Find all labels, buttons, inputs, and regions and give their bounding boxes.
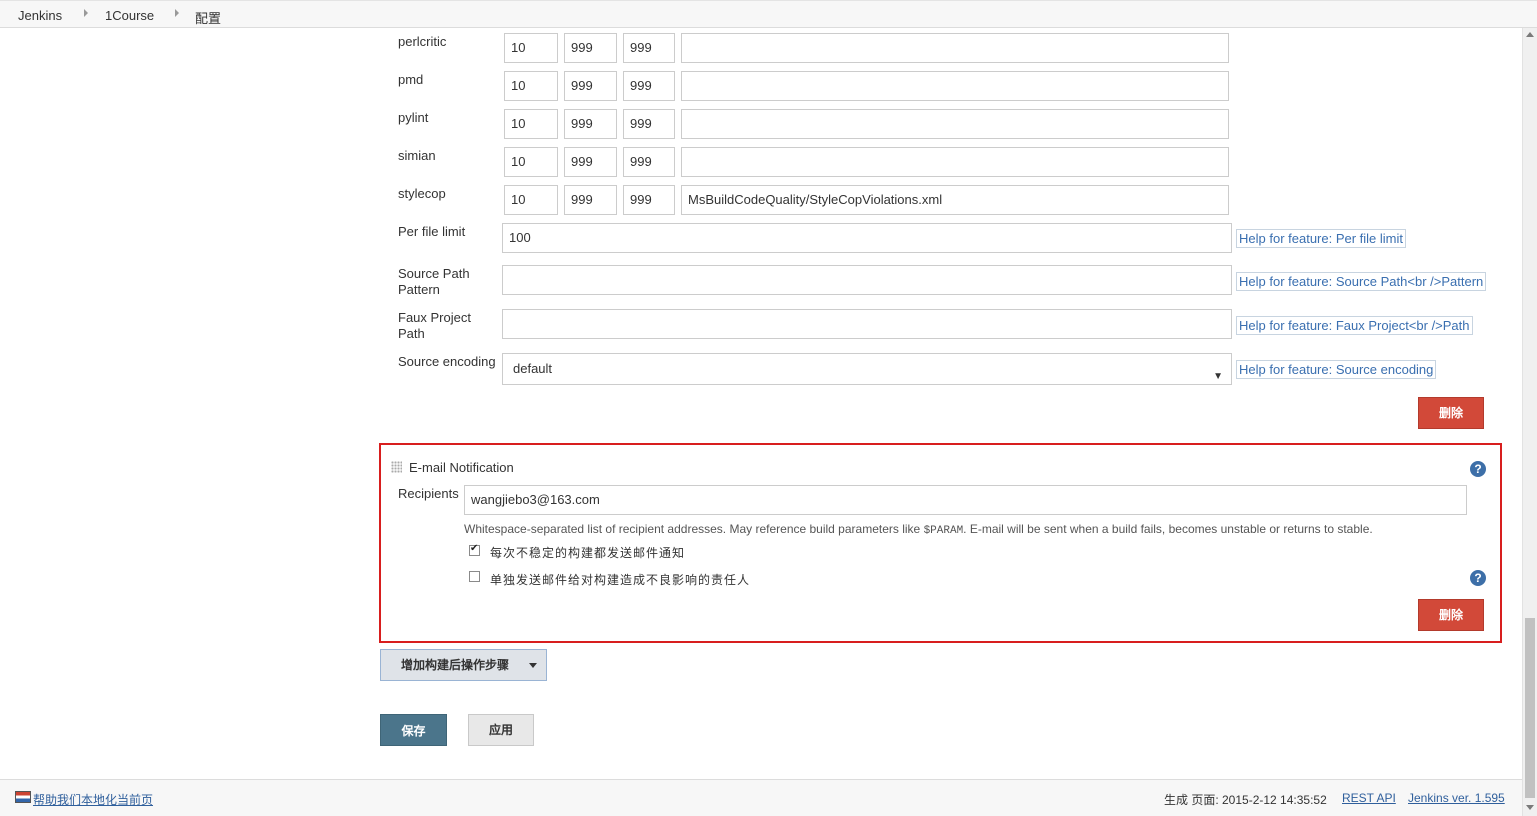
source-encoding-help-link[interactable]: Help for feature: Source encoding	[1236, 360, 1437, 379]
recipients-description-text-1: Whitespace-separated list of recipient a…	[464, 522, 924, 536]
scroll-down-icon[interactable]	[1526, 805, 1534, 810]
per-file-limit-input[interactable]: 100	[502, 223, 1232, 253]
jenkins-version-link[interactable]: Jenkins ver. 1.595	[1408, 791, 1505, 805]
add-post-build-step-button[interactable]: 增加构建后操作步骤	[380, 649, 547, 681]
add-post-build-step-label: 增加构建后操作步骤	[401, 658, 510, 672]
source-path-pattern-input[interactable]	[502, 265, 1232, 295]
source-path-pattern-label-line1: Source Path	[398, 266, 470, 281]
source-encoding-value: default	[513, 361, 553, 376]
chevron-down-icon	[529, 663, 537, 668]
dropdown-arrow-icon: ▼	[1213, 371, 1223, 382]
faux-project-path-label-line1: Faux Project	[398, 310, 471, 325]
source-encoding-label: Source encoding	[398, 354, 496, 369]
source-path-pattern-label: Source Path Pattern	[398, 266, 470, 298]
faux-project-path-help-link[interactable]: Help for feature: Faux Project<br />Path	[1236, 316, 1473, 335]
localize-flag-icon	[15, 791, 31, 803]
faux-project-path-label-line2: Path	[398, 326, 425, 341]
tool-threshold-1-input[interactable]: 10	[504, 33, 558, 63]
per-file-limit-label: Per file limit	[398, 224, 466, 239]
tool-threshold-2-input[interactable]: 999	[564, 109, 617, 139]
tool-threshold-1-input[interactable]: 10	[504, 185, 558, 215]
apply-button[interactable]: 应用	[468, 714, 534, 746]
footer: 帮助我们本地化当前页 生成 页面: 2015-2-12 14:35:52 RES…	[0, 779, 1522, 816]
unstable-build-notify-label: 每次不稳定的构建都发送邮件通知	[490, 546, 686, 560]
breadcrumb-project[interactable]: 1Course	[105, 8, 154, 23]
tool-threshold-3-input[interactable]: 999	[623, 109, 675, 139]
breadcrumb: Jenkins 1Course 配置	[0, 0, 1537, 28]
source-encoding-select[interactable]: default ▼	[502, 353, 1232, 385]
vertical-scrollbar[interactable]	[1522, 28, 1537, 816]
tool-pattern-input[interactable]	[681, 147, 1229, 177]
tool-threshold-3-input[interactable]: 999	[623, 71, 675, 101]
tool-label: perlcritic	[398, 34, 447, 49]
breadcrumb-separator-icon	[84, 9, 88, 17]
email-notification-title: E-mail Notification	[409, 460, 514, 475]
tool-threshold-2-input[interactable]: 999	[564, 147, 617, 177]
breadcrumb-jenkins[interactable]: Jenkins	[18, 8, 62, 23]
recipients-description-code: $PARAM	[923, 525, 964, 537]
tool-threshold-1-input[interactable]: 10	[504, 109, 558, 139]
help-question-icon[interactable]: ?	[1470, 570, 1486, 586]
send-to-culprits-checkbox[interactable]	[469, 571, 480, 582]
delete-email-button[interactable]: 删除	[1418, 599, 1484, 631]
tool-threshold-2-input[interactable]: 999	[564, 71, 617, 101]
tool-threshold-1-input[interactable]: 10	[504, 71, 558, 101]
tool-threshold-1-input[interactable]: 10	[504, 147, 558, 177]
faux-project-path-input[interactable]	[502, 309, 1232, 339]
tool-threshold-3-input[interactable]: 999	[623, 185, 675, 215]
email-notification-section	[379, 443, 1502, 643]
tool-threshold-3-input[interactable]: 999	[623, 147, 675, 177]
tool-pattern-input[interactable]	[681, 33, 1229, 63]
tool-pattern-input[interactable]	[681, 71, 1229, 101]
localize-link[interactable]: 帮助我们本地化当前页	[33, 791, 153, 808]
save-button[interactable]: 保存	[380, 714, 447, 746]
tool-pattern-input[interactable]	[681, 109, 1229, 139]
recipients-description-text-2: . E-mail will be sent when a build fails…	[963, 522, 1373, 536]
per-file-limit-help-link[interactable]: Help for feature: Per file limit	[1236, 229, 1407, 248]
drag-handle-icon[interactable]	[391, 461, 402, 473]
breadcrumb-separator-icon	[175, 9, 179, 17]
send-to-culprits-label: 单独发送邮件给对构建造成不良影响的责任人	[490, 573, 751, 587]
recipients-description: Whitespace-separated list of recipient a…	[464, 522, 1373, 537]
tool-label: simian	[398, 148, 436, 163]
page-generated-text: 生成 页面: 2015-2-12 14:35:52	[1164, 793, 1327, 807]
unstable-build-notify-checkbox[interactable]	[469, 543, 480, 556]
recipients-label: Recipients	[398, 486, 459, 501]
tool-label: pmd	[398, 72, 424, 87]
breadcrumb-config[interactable]: 配置	[195, 8, 221, 27]
help-question-icon[interactable]: ?	[1470, 461, 1486, 477]
scroll-up-icon[interactable]	[1526, 32, 1534, 37]
source-path-pattern-label-line2: Pattern	[398, 282, 440, 297]
tool-threshold-2-input[interactable]: 999	[564, 185, 617, 215]
tool-threshold-3-input[interactable]: 999	[623, 33, 675, 63]
tool-threshold-2-input[interactable]: 999	[564, 33, 617, 63]
tool-label: pylint	[398, 110, 429, 125]
delete-button[interactable]: 删除	[1418, 397, 1484, 429]
source-path-pattern-help-link[interactable]: Help for feature: Source Path<br />Patte…	[1236, 272, 1487, 291]
scrollbar-thumb[interactable]	[1525, 618, 1535, 798]
recipients-input[interactable]: wangjiebo3@163.com	[464, 485, 1467, 515]
faux-project-path-label: Faux Project Path	[398, 310, 471, 342]
rest-api-link[interactable]: REST API	[1342, 791, 1396, 805]
tool-label: stylecop	[398, 186, 446, 201]
tool-pattern-input[interactable]: MsBuildCodeQuality/StyleCopViolations.xm…	[681, 185, 1229, 215]
